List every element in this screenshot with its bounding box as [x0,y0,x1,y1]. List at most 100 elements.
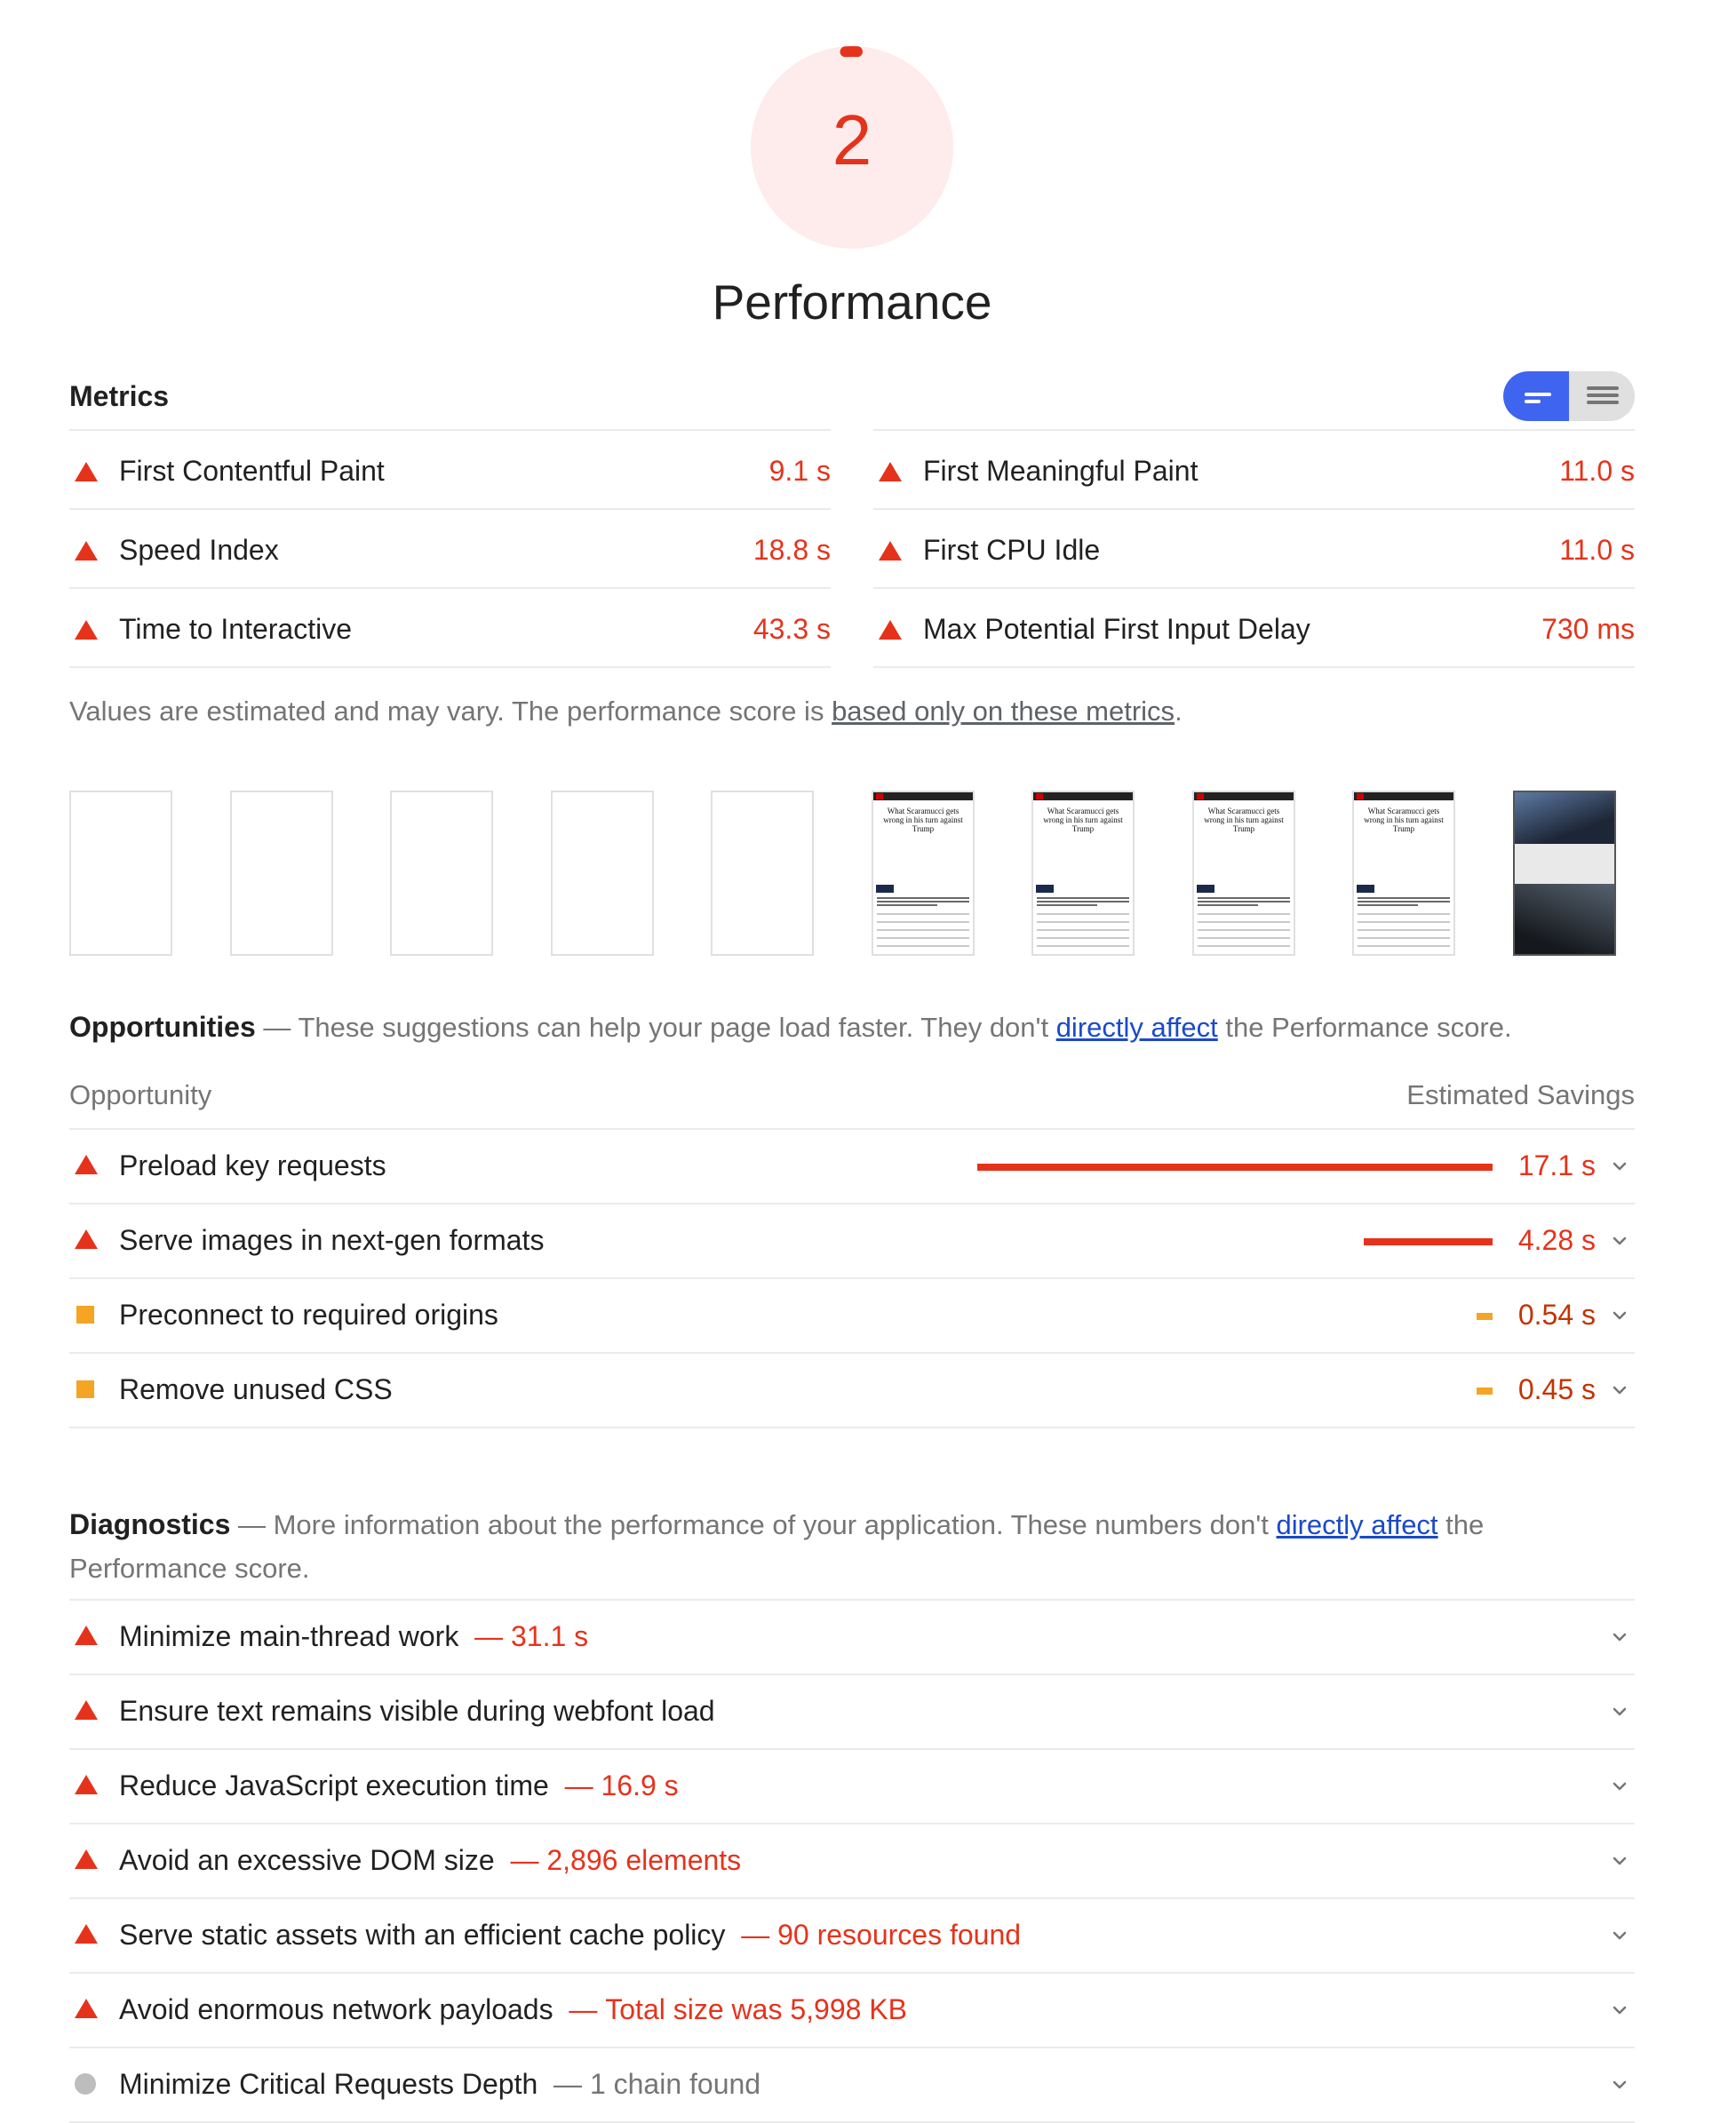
chevron-down-icon[interactable] [1610,1157,1629,1181]
diagnostic-label: Serve static assets with an efficient ca… [119,1919,1022,1951]
metric-value: 11.0 s [1559,455,1635,487]
cnn-logo-icon [1197,793,1204,799]
fail-triangle-icon [75,1155,98,1179]
score-gauge-section: 2 [69,46,1635,249]
diagnostics-title: Diagnostics [69,1508,231,1540]
metric-row: Time to Interactive 43.3 s [69,587,831,668]
chevron-down-icon[interactable] [1610,1851,1629,1875]
fail-triangle-icon [75,1924,98,1948]
diagnostic-row[interactable]: Avoid an excessive DOM size — 2,896 elem… [69,1823,1635,1897]
savings-bar [977,1164,1493,1171]
score-gauge: 2 [751,46,953,249]
fail-triangle-icon [75,620,98,644]
opportunity-row[interactable]: Remove unused CSS 0.45 s [69,1352,1635,1428]
informative-circle-icon [75,2073,96,2095]
savings-value: 0.54 s [1517,1299,1596,1331]
metric-row: First Contentful Paint 9.1 s [69,429,831,508]
frame-headline: What Scaramucci gets wrong in his turn a… [1043,807,1123,833]
category-title: Performance [712,274,992,330]
score-value: 2 [832,100,872,179]
savings-value: 17.1 s [1517,1149,1596,1181]
opportunities-description: These suggestions can help your page loa… [298,1012,1512,1043]
metric-label: First Contentful Paint [119,455,385,487]
diagnostics-directly-affect-link[interactable]: directly affect [1276,1509,1437,1540]
filmstrip-frame [1513,791,1616,956]
savings-value: 0.45 s [1517,1373,1596,1405]
chevron-down-icon[interactable] [1610,1380,1629,1404]
filmstrip-frame: What Scaramucci gets wrong in his turn a… [1031,791,1135,956]
fail-triangle-icon [879,620,902,644]
average-square-icon [76,1380,94,1398]
diagnostic-label: Reduce JavaScript execution time — 16.9 … [119,1769,679,1801]
metric-value: 11.0 s [1559,534,1635,566]
opportunity-label: Remove unused CSS [119,1373,393,1405]
fail-triangle-icon [75,462,98,486]
metric-row: First Meaningful Paint 11.0 s [873,429,1635,508]
opportunity-label: Serve images in next-gen formats [119,1224,545,1256]
chevron-down-icon[interactable] [1610,1231,1629,1255]
savings-bar [1477,1388,1493,1395]
fail-triangle-icon [75,1700,98,1724]
savings-value: 4.28 s [1517,1224,1596,1256]
fail-triangle-icon [75,1229,98,1253]
diagnostic-label: Avoid an excessive DOM size — 2,896 elem… [119,1844,742,1876]
expanded-view-icon[interactable] [1569,371,1635,421]
diagnostic-detail: Total size was 5,998 KB [605,1993,907,2025]
frame-headline: What Scaramucci gets wrong in his turn a… [1364,807,1444,833]
opportunity-label: Preconnect to required origins [119,1299,498,1331]
metric-label: Speed Index [119,534,279,566]
diagnostic-detail: 1 chain found [589,2068,761,2100]
diagnostic-row[interactable]: Serve static assets with an efficient ca… [69,1897,1635,1972]
filmstrip-frame [69,791,172,956]
chevron-down-icon[interactable] [1610,1777,1629,1801]
diagnostic-row[interactable]: Avoid enormous network payloads — Total … [69,1972,1635,2047]
chevron-down-icon[interactable] [1610,1702,1629,1726]
metrics-header: Metrics [69,371,1635,425]
savings-bar [1477,1313,1493,1320]
opportunities-title: Opportunities [69,1011,256,1043]
filmstrip-frame [711,791,814,956]
diagnostic-label: Minimize Critical Requests Depth — 1 cha… [119,2068,761,2100]
fail-triangle-icon [75,1626,98,1650]
diagnostic-row[interactable]: Minimize Critical Requests Depth — 1 cha… [69,2047,1635,2123]
metrics-disclaimer: Values are estimated and may vary. The p… [69,696,1183,727]
diagnostic-row[interactable]: Reduce JavaScript execution time — 16.9 … [69,1748,1635,1823]
diagnostic-detail: 2,896 elements [546,1844,742,1876]
opportunity-label: Preload key requests [119,1149,386,1181]
metric-label: First Meaningful Paint [923,455,1198,487]
opportunities-directly-affect-link[interactable]: directly affect [1056,1012,1218,1043]
diagnostic-row[interactable]: Ensure text remains visible during webfo… [69,1674,1635,1748]
savings-bar [1364,1238,1493,1245]
chevron-down-icon[interactable] [1610,2075,1629,2099]
fail-triangle-icon [75,541,98,565]
chevron-down-icon[interactable] [1610,1926,1629,1950]
chevron-down-icon[interactable] [1610,1306,1629,1330]
fail-triangle-icon [75,1849,98,1873]
chevron-down-icon[interactable] [1610,1627,1629,1651]
chevron-down-icon[interactable] [1610,2000,1629,2024]
filmstrip-frame [551,791,654,956]
diagnostic-detail: 90 resources found [777,1919,1022,1951]
average-square-icon [76,1306,94,1324]
filmstrip-frame: What Scaramucci gets wrong in his turn a… [872,791,975,956]
opportunities-heading: Opportunities — These suggestions can he… [69,1011,1512,1043]
filmstrip-frame [230,791,333,956]
fail-triangle-icon [75,1999,98,2023]
opportunity-row[interactable]: Preload key requests 17.1 s [69,1128,1635,1203]
compact-view-icon[interactable] [1503,371,1569,421]
diagnostic-detail: 31.1 s [511,1620,589,1652]
metric-label: Time to Interactive [119,613,353,645]
opportunities-column-header: Opportunity Estimated Savings [69,1079,1635,1111]
fail-triangle-icon [879,541,902,565]
metrics-info-link[interactable]: based only on these metrics [832,696,1175,727]
opportunity-row[interactable]: Serve images in next-gen formats 4.28 s [69,1203,1635,1277]
filmstrip-frame [390,791,493,956]
opportunity-row[interactable]: Preconnect to required origins 0.54 s [69,1277,1635,1352]
cnn-logo-icon [1036,793,1043,799]
fail-triangle-icon [75,1775,98,1799]
metrics-view-toggle[interactable] [1503,371,1635,421]
diagnostic-row[interactable]: Minimize main-thread work — 31.1 s [69,1599,1635,1674]
frame-headline: What Scaramucci gets wrong in his turn a… [883,807,963,833]
filmstrip-frame: What Scaramucci gets wrong in his turn a… [1352,791,1455,956]
metric-value: 730 ms [1541,613,1635,645]
